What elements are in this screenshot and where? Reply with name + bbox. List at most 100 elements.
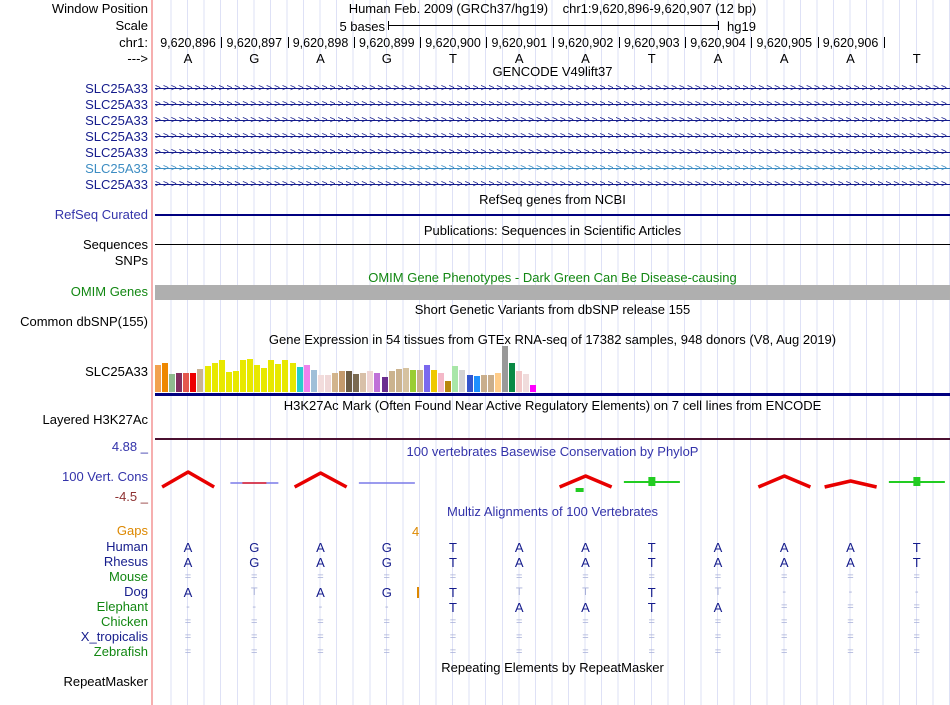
position-title: Human Feb. 2009 (GRCh37/hg19) chr1:9,620… [155, 2, 950, 16]
alignment-base: T [647, 585, 656, 600]
gencode-transcript-line[interactable]: >>>>>>>>>>>>>>>>>>>>>>>>>>>>>>>>>>>>>>>>… [155, 147, 950, 157]
omim-gene-bar[interactable] [155, 285, 950, 300]
species-label[interactable]: Rhesus [104, 555, 148, 569]
gencode-transcript-line[interactable]: >>>>>>>>>>>>>>>>>>>>>>>>>>>>>>>>>>>>>>>>… [155, 83, 950, 93]
alignment-base: A [316, 585, 325, 600]
gencode-transcript-label[interactable]: SLC25A33 [85, 98, 148, 112]
gtex-tissue-bar [204, 366, 211, 392]
gencode-transcript-line[interactable]: >>>>>>>>>>>>>>>>>>>>>>>>>>>>>>>>>>>>>>>>… [155, 179, 950, 189]
alignment-row[interactable]: = = = = = = = = = = = = [155, 615, 950, 630]
gtex-tissue-bar [310, 370, 317, 392]
gencode-transcript-label[interactable]: SLC25A33 [85, 130, 148, 144]
gtex-gene-label[interactable]: SLC25A33 [85, 365, 148, 379]
gtex-gene-model-line[interactable] [155, 393, 950, 396]
refseq-track-title: RefSeq genes from NCBI [479, 192, 626, 207]
gencode-transcript-label[interactable]: SLC25A33 [85, 162, 148, 176]
alignment-base: = [714, 571, 722, 583]
species-label[interactable]: Elephant [97, 600, 148, 614]
coordinate-label: 9,620,903 [623, 36, 680, 50]
species-label[interactable]: Mouse [109, 570, 148, 584]
alignment-row[interactable]: = = = = = = = = = = = = [155, 645, 950, 660]
alignment-row[interactable]: = = = = = = = = = = = = [155, 570, 950, 585]
alignment-base: = [449, 631, 457, 643]
refseq-gene-line[interactable] [155, 214, 950, 216]
conservation-wiggle[interactable] [155, 462, 950, 498]
species-label[interactable]: Chicken [101, 615, 148, 629]
species-label[interactable]: Human [106, 540, 148, 554]
coordinate-label: 9,620,900 [425, 36, 481, 50]
alignment-base: A [316, 540, 325, 555]
gaps-row-label[interactable]: Gaps [117, 524, 148, 538]
alignment-base: = [317, 646, 324, 658]
species-label[interactable]: X_tropicalis [81, 630, 148, 644]
alignment-base: A [581, 540, 590, 555]
alignment-row[interactable]: ATAGTTTTT--- [155, 585, 950, 600]
alignment-base: G [381, 585, 392, 600]
alignment-base: = [251, 646, 258, 658]
coordinate-label: 9,620,905 [756, 36, 813, 50]
alignment-base: = [449, 571, 457, 583]
reference-base: T [912, 51, 921, 66]
repeatmasker-label[interactable]: RepeatMasker [63, 675, 148, 689]
gencode-transcript-label[interactable]: SLC25A33 [85, 82, 148, 96]
alignment-base: - [252, 601, 257, 613]
alignment-row[interactable]: - - - - T A A T A = = = [155, 600, 950, 615]
alignment-base: = [847, 601, 854, 613]
alignment-base: = [648, 646, 655, 658]
alignment-base: = [913, 631, 920, 643]
dbsnp-track-title: Short Genetic Variants from dbSNP releas… [414, 302, 691, 317]
alignment-base: A [713, 600, 723, 615]
snps-label[interactable]: SNPs [115, 254, 148, 268]
gtex-tissue-bar [303, 365, 310, 392]
gencode-transcript-line[interactable]: >>>>>>>>>>>>>>>>>>>>>>>>>>>>>>>>>>>>>>>>… [155, 131, 950, 141]
refseq-curated-label[interactable]: RefSeq Curated [55, 208, 148, 222]
gtex-tissue-bar [282, 360, 289, 392]
sequences-label[interactable]: Sequences [83, 238, 148, 252]
conservation-track-label[interactable]: 100 Vert. Cons [62, 470, 148, 484]
gencode-transcript-line[interactable]: >>>>>>>>>>>>>>>>>>>>>>>>>>>>>>>>>>>>>>>>… [155, 115, 950, 125]
coordinate-label: 9,620,902 [557, 36, 614, 50]
alignment-base: T [449, 540, 457, 555]
alignment-base: A [316, 555, 325, 570]
alignment-base: = [184, 631, 192, 643]
alignment-base: = [516, 646, 523, 658]
common-dbsnp-label[interactable]: Common dbSNP(155) [20, 315, 148, 329]
alignment-row[interactable]: AGAGTAATAAAT [155, 555, 950, 570]
gtex-tissue-bar [332, 373, 338, 392]
gencode-transcript-line[interactable]: >>>>>>>>>>>>>>>>>>>>>>>>>>>>>>>>>>>>>>>>… [155, 163, 950, 173]
alignment-base: = [781, 571, 788, 583]
conservation-min-value: -4.5 _ [114, 489, 148, 504]
alignment-base: A [713, 540, 723, 555]
coordinate-label: 9,620,897 [226, 36, 283, 50]
alignment-row[interactable]: = = = = = = = = = = = = [155, 630, 950, 645]
species-label[interactable]: Zebrafish [94, 645, 148, 659]
alignment-row[interactable]: AGAGTAATAAAT [155, 540, 950, 555]
coordinate-label: 9,620,901 [491, 36, 548, 50]
gtex-tissue-bar [530, 385, 537, 392]
omim-genes-label[interactable]: OMIM Genes [71, 285, 148, 299]
alignment-base: = [781, 616, 788, 628]
alignment-base: = [449, 616, 457, 628]
gtex-tissue-bar [162, 363, 169, 392]
alignment-base: A [183, 555, 193, 570]
gtex-tissue-bar [388, 371, 395, 392]
scale-value: 5 bases [339, 19, 385, 34]
gtex-expression-bars[interactable] [155, 346, 555, 392]
species-label[interactable]: Dog [124, 585, 148, 599]
gencode-transcript-label[interactable]: SLC25A33 [85, 114, 148, 128]
alignment-base: = [714, 616, 722, 628]
reference-base: A [779, 51, 789, 66]
alignment-base: = [516, 631, 523, 643]
gtex-tissue-bar [459, 370, 466, 392]
gencode-transcript-label[interactable]: SLC25A33 [85, 178, 148, 192]
alignment-base: A [183, 540, 193, 555]
gencode-transcript-line[interactable]: >>>>>>>>>>>>>>>>>>>>>>>>>>>>>>>>>>>>>>>>… [155, 99, 950, 109]
alignment-base: = [781, 601, 788, 613]
alignment-base: = [714, 646, 722, 658]
alignment-base: A [846, 540, 855, 555]
layered-h3k27ac-label[interactable]: Layered H3K27Ac [42, 413, 148, 427]
gtex-tissue-bar [268, 360, 275, 392]
publications-line[interactable] [155, 244, 950, 245]
alignment-base: = [648, 616, 655, 628]
gencode-transcript-label[interactable]: SLC25A33 [85, 146, 148, 160]
